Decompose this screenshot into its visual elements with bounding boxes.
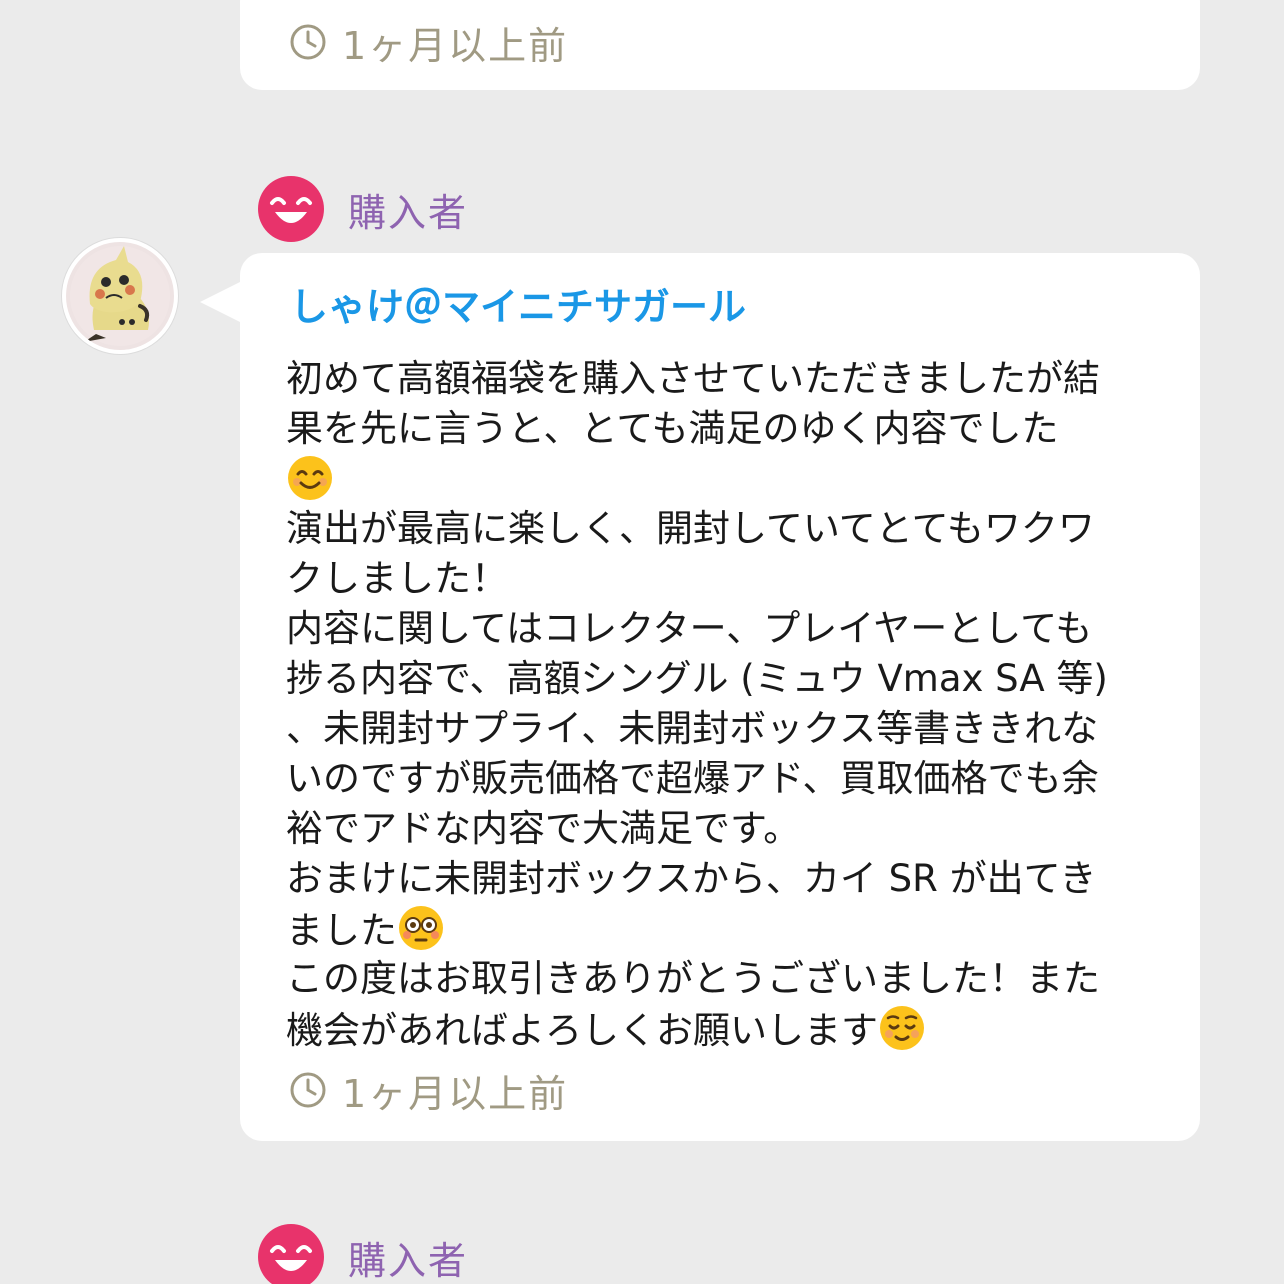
review-line	[286, 454, 1166, 504]
review-line: クしました！	[286, 557, 508, 600]
clock-icon	[290, 24, 326, 60]
review-timestamp: 1ヶ月以上前	[342, 23, 569, 68]
review-line: ました	[286, 904, 1166, 954]
smiling-face-icon	[258, 1224, 324, 1284]
review-line-text: 機会があればよろしくお願いします	[286, 1009, 878, 1052]
buyer-role-label: 購入者	[348, 1238, 469, 1283]
reviewer-name[interactable]: しゃけ＠マイニチサガール	[290, 276, 746, 331]
review-line: 果を先に言うと、とても満足のゆく内容でした	[286, 407, 1059, 450]
relieved-face-emoji	[880, 1006, 924, 1050]
review-list: 1ヶ月以上前 購入者 しゃけ＠マイニチサガール 初めて高額福袋を購入させていただ…	[0, 0, 1284, 1284]
review-line: いのですが販売価格で超爆アド、買取価格でも余	[286, 757, 1099, 800]
buyer-role-row: 購入者	[258, 176, 468, 242]
review-line: おまけに未開封ボックスから、カイ SR が出てき	[286, 857, 1097, 900]
smiling-face-icon	[258, 176, 324, 242]
review-line: 機会があればよろしくお願いします	[286, 1004, 1166, 1054]
review-line-text: ました	[286, 909, 397, 952]
review-line: 、未開封サプライ、未開封ボックス等書ききれな	[286, 707, 1099, 750]
buyer-role-label: 購入者	[348, 190, 469, 235]
review-comment: 初めて高額福袋を購入させていただきましたが結 果を先に言うと、とても満足のゆく内…	[286, 354, 1166, 1054]
previous-review-time-row: 1ヶ月以上前	[288, 18, 568, 68]
review-line: この度はお取引きありがとうございました！また	[286, 957, 1100, 1000]
mimikyu-avatar-image	[66, 242, 174, 350]
clock-icon	[290, 1072, 326, 1108]
review-line: 裕でアドな内容で大満足です。	[286, 807, 801, 850]
next-buyer-role-row: 購入者	[258, 1224, 468, 1284]
review-time-row: 1ヶ月以上前	[288, 1066, 568, 1116]
reviewer-avatar[interactable]	[62, 238, 178, 354]
review-line: 初めて高額福袋を購入させていただきましたが結	[286, 357, 1100, 400]
review-line: 演出が最高に楽しく、開封していてとてもワクワ	[286, 507, 1095, 550]
flushed-face-emoji	[399, 906, 443, 950]
speech-bubble-tail	[200, 280, 244, 324]
review-line: 内容に関してはコレクター、プレイヤーとしても	[286, 607, 1093, 650]
review-line: 捗る内容で、高額シングル (ミュウ Vmax SA 等)	[286, 657, 1108, 700]
smiling-face-emoji	[288, 456, 332, 500]
review-timestamp: 1ヶ月以上前	[342, 1071, 569, 1116]
